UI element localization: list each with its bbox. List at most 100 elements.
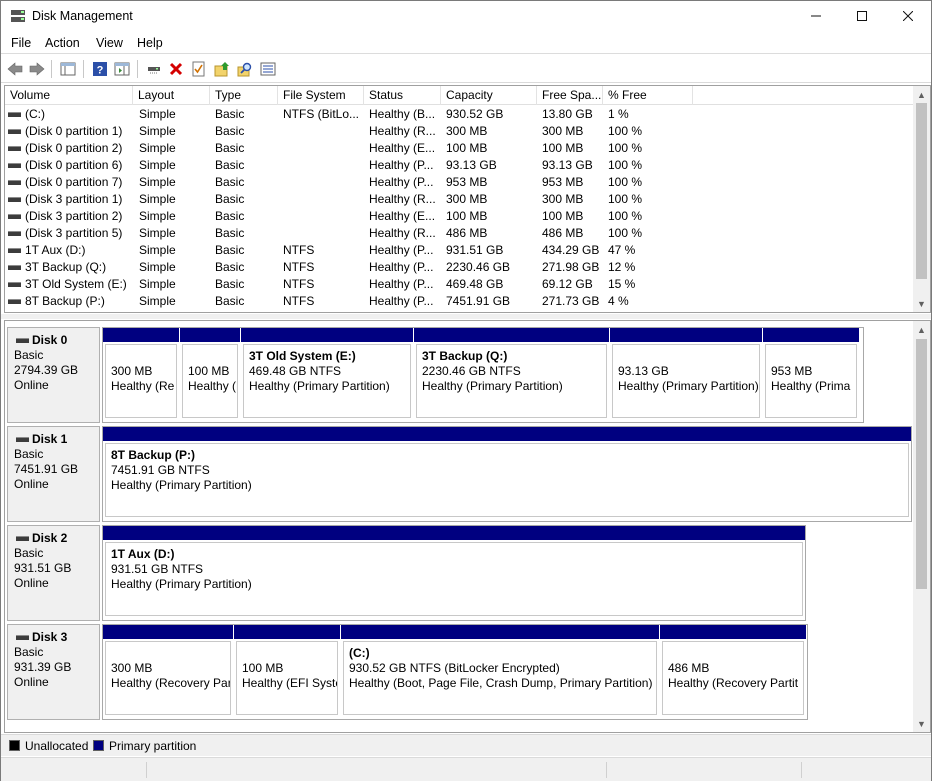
cell-free-space: 300 MB xyxy=(542,192,584,206)
partition-block[interactable]: 3T Backup (Q:) 2230.46 GB NTFS Healthy (Pr… xyxy=(414,328,609,422)
partition-block[interactable]: 300 MB Healthy (Recovery Par xyxy=(103,625,233,719)
partition-size: 2230.46 GB NTFS xyxy=(422,364,521,378)
menu-action[interactable]: Action xyxy=(45,36,80,50)
table-row[interactable]: (C:) Simple Basic NTFS (BitLo... Healthy (B.… xyxy=(5,106,913,123)
scroll-thumb[interactable] xyxy=(916,103,927,279)
partition-block[interactable]: 100 MBHealthy (E xyxy=(180,328,240,422)
partition-block[interactable]: (C:) 930.52 GB NTFS (BitLocker Encrypted)… xyxy=(341,625,659,719)
partition-details: 953 MB Healthy (Prima xyxy=(765,344,857,418)
help-icon[interactable]: ? xyxy=(89,58,111,80)
pane-splitter[interactable] xyxy=(1,314,931,319)
cell-volume: 1T Aux (D:) xyxy=(25,243,86,257)
column-header-layout[interactable]: Layout xyxy=(133,86,210,105)
menu-file[interactable]: File xyxy=(11,36,31,50)
volume-list[interactable]: Volume Layout Type File System Status Ca… xyxy=(4,85,931,313)
legend-primary-swatch xyxy=(93,740,104,751)
primary-partition-bar xyxy=(610,328,762,342)
disk-label[interactable]: Disk 0 Basic 2794.39 GB Online xyxy=(7,327,100,423)
column-header-capacity[interactable]: Capacity xyxy=(441,86,537,105)
column-header-status[interactable]: Status xyxy=(364,86,441,105)
partition-block[interactable]: 3T Old System (E:) 469.48 GB NTFS Healthy … xyxy=(241,328,413,422)
minimize-button[interactable] xyxy=(793,1,839,31)
table-row[interactable]: (Disk 3 partition 2) Simple Basic Healthy (… xyxy=(5,208,913,225)
disk-state: Online xyxy=(14,675,49,689)
partition-block[interactable]: 1T Aux (D:) 931.51 GB NTFS Healthy (Primar… xyxy=(103,526,805,620)
cell-status: Healthy (E... xyxy=(369,209,436,223)
menu-view[interactable]: View xyxy=(96,36,123,50)
column-header-type[interactable]: Type xyxy=(210,86,278,105)
column-header-free-space[interactable]: Free Spa... xyxy=(537,86,603,105)
connect-icon[interactable] xyxy=(143,58,165,80)
status-divider xyxy=(606,762,607,778)
partition-block[interactable]: 8T Backup (P:) 7451.91 GB NTFS Healthy (Pr… xyxy=(103,427,911,521)
partition-block[interactable]: 953 MB Healthy (Prima xyxy=(763,328,859,422)
cell-type: Basic xyxy=(215,124,245,138)
status-bar xyxy=(1,757,931,781)
scroll-up-icon[interactable]: ▲ xyxy=(913,86,930,103)
column-header-volume[interactable]: Volume xyxy=(5,86,133,105)
table-row[interactable]: 3T Old System (E:) Simple Basic NTFS Healthy… xyxy=(5,276,913,293)
disk-name-text: Disk 3 xyxy=(32,630,68,644)
action-pane-icon[interactable] xyxy=(111,58,133,80)
disk-label[interactable]: Disk 3 Basic 931.39 GB Online xyxy=(7,624,100,720)
disk-label[interactable]: Disk 1 Basic 7451.91 GB Online xyxy=(7,426,100,522)
list-view-icon[interactable] xyxy=(257,58,279,80)
table-row[interactable]: (Disk 0 partition 6) Simple Basic Healthy (… xyxy=(5,157,913,174)
table-row[interactable]: (Disk 3 partition 1) Simple Basic Healthy (… xyxy=(5,191,913,208)
search-icon[interactable] xyxy=(234,58,256,80)
partition-block[interactable]: 100 MB Healthy (EFI Syste xyxy=(234,625,340,719)
table-row[interactable]: (Disk 0 partition 1) Simple Basic Healthy (… xyxy=(5,123,913,140)
partition-block[interactable]: 93.13 GB Healthy (Primary Partition) xyxy=(610,328,762,422)
scroll-down-icon[interactable]: ▼ xyxy=(913,295,930,312)
primary-partition-bar xyxy=(103,526,805,540)
cell-type: Basic xyxy=(215,175,245,189)
disk-label[interactable]: Disk 2 Basic 931.51 GB Online xyxy=(7,525,100,621)
volume-list-scrollbar[interactable]: ▲ ▼ xyxy=(913,86,930,312)
cell-free-space: 953 MB xyxy=(542,175,584,189)
partition-details: 486 MB Healthy (Recovery Partit xyxy=(662,641,804,715)
table-row[interactable]: (Disk 3 partition 5) Simple Basic Healthy (… xyxy=(5,225,913,242)
disk-size: 931.39 GB xyxy=(14,660,72,674)
import-icon[interactable] xyxy=(211,58,233,80)
delete-icon[interactable] xyxy=(165,58,187,80)
partition-block[interactable]: 300 MB Healthy (Re xyxy=(103,328,179,422)
column-header-percent-free[interactable]: % Free xyxy=(603,86,693,105)
cell-capacity: 931.51 GB xyxy=(446,243,504,257)
close-button[interactable] xyxy=(885,1,931,31)
table-row[interactable]: (Disk 0 partition 7) Simple Basic Healthy (… xyxy=(5,174,913,191)
table-row[interactable]: 1T Aux (D:) Simple Basic NTFS Healthy (P... 9… xyxy=(5,242,913,259)
partition-details: 100 MBHealthy (E xyxy=(182,344,238,418)
table-row[interactable]: (Disk 0 partition 2) Simple Basic Healthy (… xyxy=(5,140,913,157)
back-arrow-icon[interactable] xyxy=(4,58,26,80)
partition-title: 1T Aux (D:) xyxy=(111,547,175,561)
primary-partition-bar xyxy=(341,625,659,639)
disk-state: Online xyxy=(14,477,49,491)
volume-drive-icon xyxy=(8,180,21,185)
disk-view-scrollbar[interactable]: ▲ ▼ xyxy=(913,321,930,732)
forward-arrow-icon[interactable] xyxy=(26,58,48,80)
menu-help[interactable]: Help xyxy=(137,36,163,50)
partition-size: 953 MB xyxy=(771,364,813,378)
column-header-file-system[interactable]: File System xyxy=(278,86,364,105)
partition-status: Healthy (Primary Partition) xyxy=(111,478,252,492)
scroll-down-icon[interactable]: ▼ xyxy=(913,715,930,732)
cell-layout: Simple xyxy=(139,294,176,308)
volume-drive-icon xyxy=(8,197,21,202)
scroll-up-icon[interactable]: ▲ xyxy=(913,321,930,338)
partition-block[interactable]: 486 MB Healthy (Recovery Partit xyxy=(660,625,806,719)
table-row[interactable]: 8T Backup (P:) Simple Basic NTFS Healthy (P.… xyxy=(5,293,913,310)
scroll-thumb[interactable] xyxy=(916,339,927,589)
partition-details: 3T Backup (Q:) 2230.46 GB NTFS Healthy (Pr… xyxy=(416,344,607,418)
legend: Unallocated Primary partition xyxy=(1,734,931,756)
partition-status: Healthy (Primary Partition) xyxy=(249,379,390,393)
maximize-button[interactable] xyxy=(839,1,885,31)
table-row[interactable]: 3T Backup (Q:) Simple Basic NTFS Healthy (P.… xyxy=(5,259,913,276)
cell-layout: Simple xyxy=(139,209,176,223)
cell-percent-free: 100 % xyxy=(608,209,643,223)
properties-icon[interactable] xyxy=(187,58,209,80)
partition-size: 469.48 GB NTFS xyxy=(249,364,342,378)
cell-status: Healthy (P... xyxy=(369,158,434,172)
cell-layout: Simple xyxy=(139,107,176,121)
console-tree-icon[interactable] xyxy=(57,58,79,80)
disk-graphical-view: ▲ ▼ Disk 0 Basic 2794.39 GB Online 300 MB Hea… xyxy=(4,320,931,733)
